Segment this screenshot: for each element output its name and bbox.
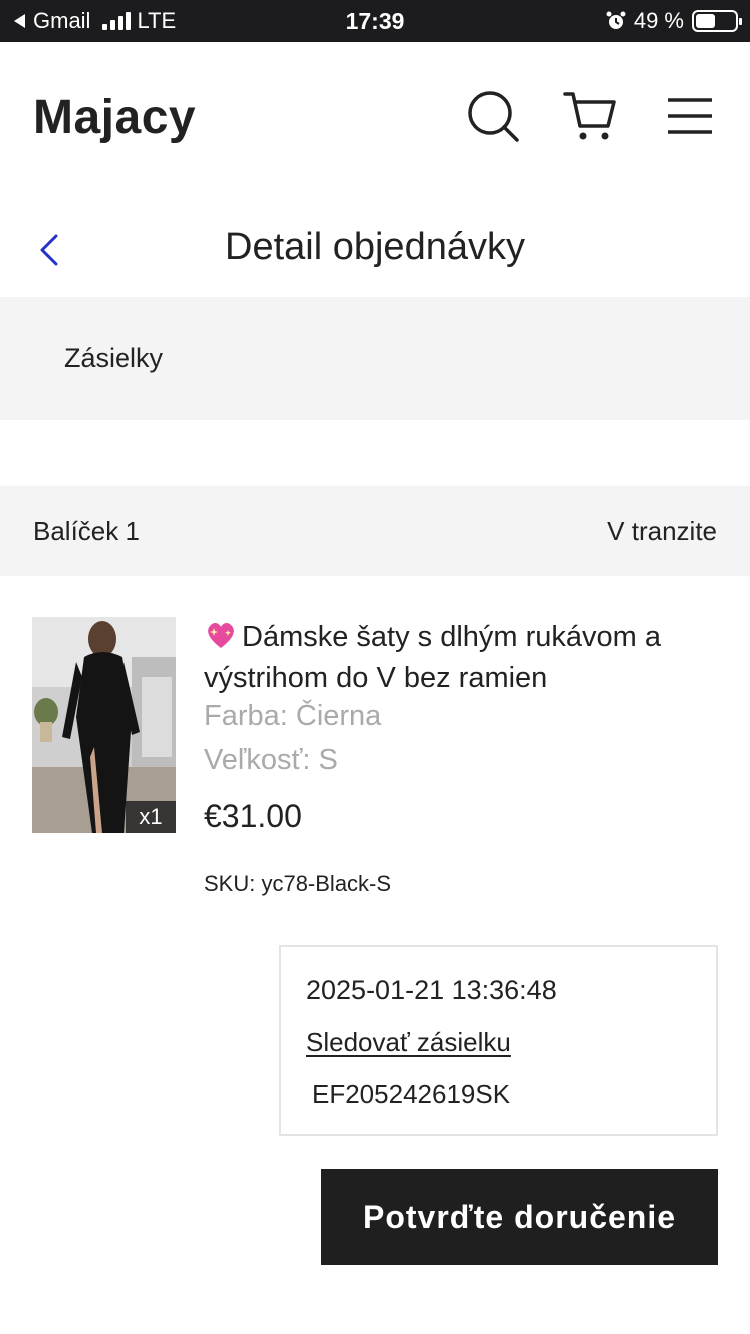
product-name-text: Dámske šaty s dlhým rukávom a výstrihom … — [204, 621, 662, 694]
quantity-badge: x1 — [126, 801, 176, 833]
track-shipment-link[interactable]: Sledovať zásielku — [306, 1027, 511, 1058]
battery-icon — [692, 10, 742, 32]
product-color: Farba: Čierna — [204, 700, 382, 732]
page-title: Detail objednávky — [225, 226, 525, 268]
title-bar: Detail objednávky — [0, 200, 750, 296]
package-label: Balíček 1 — [33, 516, 140, 546]
product-name[interactable]: Dámske šaty s dlhým rukávom a výstrihom … — [204, 617, 724, 699]
tracking-datetime: 2025-01-21 13:36:48 — [306, 975, 557, 1005]
status-bar: Gmail LTE 17:39 49 % — [0, 0, 750, 42]
cart-icon[interactable] — [562, 88, 618, 144]
confirm-delivery-button[interactable]: Potvrďte doručenie — [321, 1169, 718, 1265]
search-icon[interactable] — [465, 88, 521, 144]
site-header: Majacy — [0, 42, 750, 192]
sparkling-heart-icon — [208, 623, 234, 648]
tracking-number: EF205242619SK — [312, 1079, 511, 1109]
alarm-icon — [606, 11, 626, 29]
package-status: V tranzite — [607, 516, 717, 546]
shipments-label: Zásielky — [64, 343, 164, 373]
tracking-box: 2025-01-21 13:36:48 Sledovať zásielku EF… — [279, 945, 718, 1136]
product-size: Veľkosť: S — [204, 744, 338, 776]
logo[interactable]: Majacy — [33, 90, 196, 145]
product-sku: SKU: yc78-Black-S — [204, 871, 392, 896]
package-header: Balíček 1 V tranzite — [0, 486, 750, 576]
menu-icon[interactable] — [662, 88, 718, 144]
product-image[interactable]: x1 — [32, 617, 176, 833]
product-price: €31.00 — [204, 798, 302, 834]
battery-percent: 49 % — [633, 8, 684, 33]
shipments-section: Zásielky — [0, 297, 750, 420]
